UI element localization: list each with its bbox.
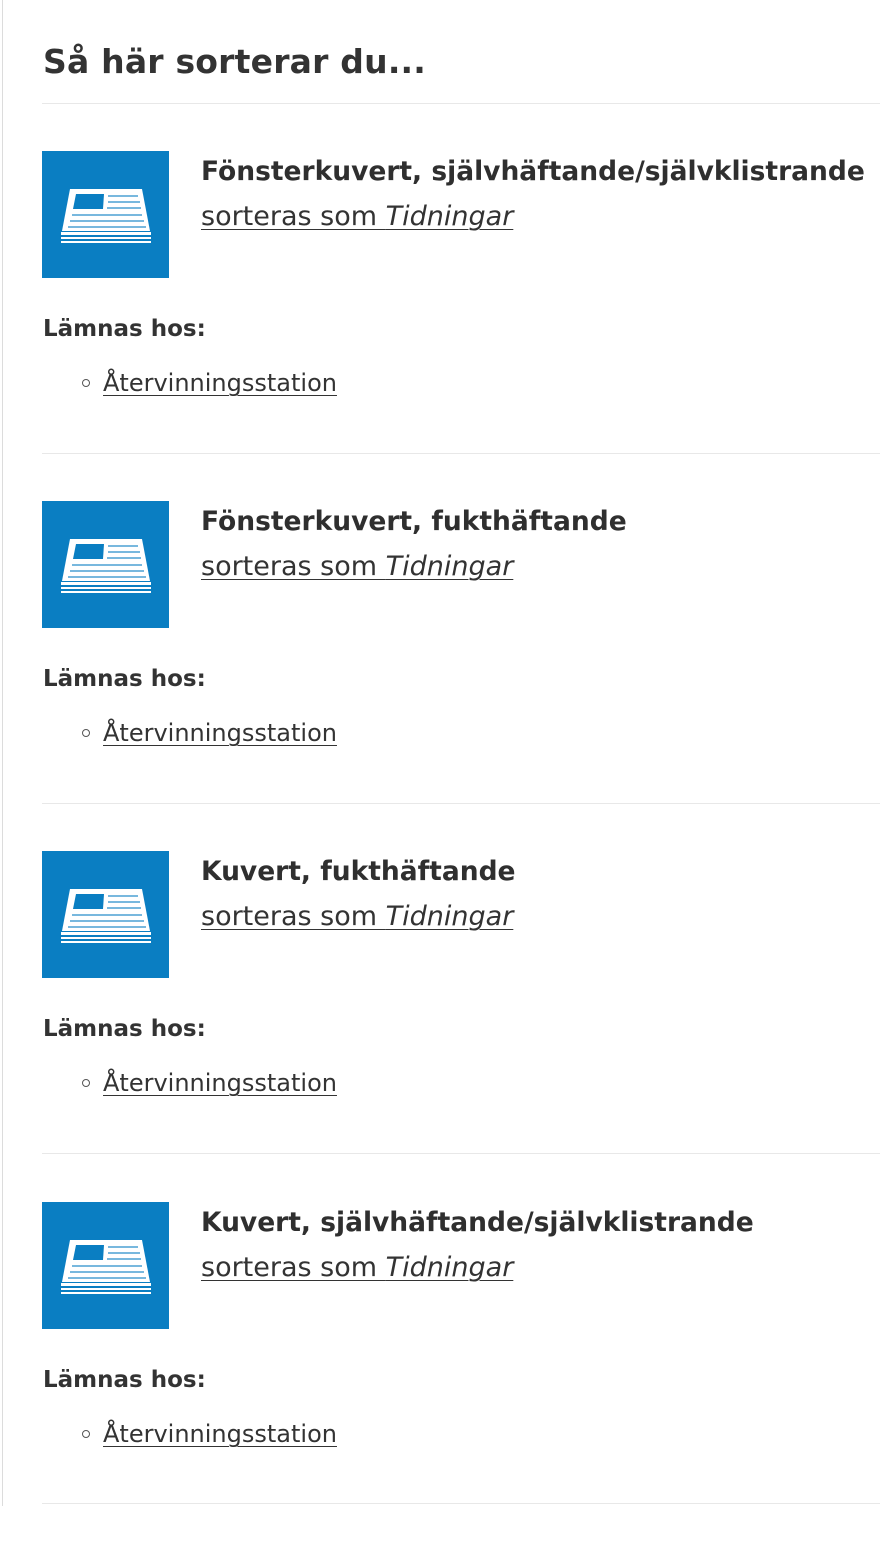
drop-off-locations: Återvinningsstation: [82, 719, 337, 747]
drop-off-locations: Återvinningsstation: [82, 369, 337, 397]
location-link[interactable]: Återvinningsstation: [103, 1420, 337, 1448]
circle-bullet-icon: [82, 1079, 90, 1087]
location-link[interactable]: Återvinningsstation: [103, 1069, 337, 1097]
sorting-item: Kuvert, fukthäftande sorteras som Tidnin…: [42, 851, 880, 1201]
sorted-as-prefix: sorteras som: [201, 551, 386, 582]
divider: [42, 1503, 880, 1504]
sorting-item: Kuvert, självhäftande/självklistrande so…: [42, 1202, 880, 1552]
newspaper-icon: [42, 501, 169, 628]
circle-bullet-icon: [82, 729, 90, 737]
drop-off-locations: Återvinningsstation: [82, 1069, 337, 1097]
location-link[interactable]: Återvinningsstation: [103, 369, 337, 397]
sorted-as-link[interactable]: sorteras som Tidningar: [201, 551, 513, 582]
list-item: Återvinningsstation: [82, 1420, 337, 1448]
sorted-as-prefix: sorteras som: [201, 201, 386, 232]
divider: [42, 803, 880, 804]
drop-off-label: Lämnas hos:: [43, 666, 206, 692]
category-name: Tidningar: [385, 551, 514, 582]
divider: [42, 103, 880, 104]
item-name: Fönsterkuvert, fukthäftande: [201, 506, 627, 537]
category-name: Tidningar: [385, 201, 514, 232]
page-title: Så här sorterar du...: [43, 42, 427, 81]
category-name: Tidningar: [385, 901, 514, 932]
sorting-item: Fönsterkuvert, fukthäftande sorteras som…: [42, 501, 880, 851]
sorted-as-prefix: sorteras som: [201, 901, 386, 932]
drop-off-locations: Återvinningsstation: [82, 1420, 337, 1448]
sorting-item: Fönsterkuvert, självhäftande/självklistr…: [42, 151, 880, 501]
category-name: Tidningar: [385, 1252, 514, 1283]
sorted-as-link[interactable]: sorteras som Tidningar: [201, 201, 513, 232]
list-item: Återvinningsstation: [82, 369, 337, 397]
newspaper-icon: [42, 851, 169, 978]
circle-bullet-icon: [82, 1430, 90, 1438]
newspaper-icon: [42, 1202, 169, 1329]
sorted-as-link[interactable]: sorteras som Tidningar: [201, 901, 513, 932]
sorted-as-link[interactable]: sorteras som Tidningar: [201, 1252, 513, 1283]
drop-off-label: Lämnas hos:: [43, 316, 206, 342]
sorted-as-prefix: sorteras som: [201, 1252, 386, 1283]
list-item: Återvinningsstation: [82, 719, 337, 747]
location-link[interactable]: Återvinningsstation: [103, 719, 337, 747]
item-name: Fönsterkuvert, självhäftande/självklistr…: [201, 156, 865, 187]
drop-off-label: Lämnas hos:: [43, 1016, 206, 1042]
divider: [42, 1153, 880, 1154]
list-item: Återvinningsstation: [82, 1069, 337, 1097]
item-name: Kuvert, fukthäftande: [201, 856, 516, 887]
newspaper-icon: [42, 151, 169, 278]
circle-bullet-icon: [82, 379, 90, 387]
divider: [42, 453, 880, 454]
left-border: [2, 0, 3, 1506]
drop-off-label: Lämnas hos:: [43, 1367, 206, 1393]
item-name: Kuvert, självhäftande/självklistrande: [201, 1207, 754, 1238]
